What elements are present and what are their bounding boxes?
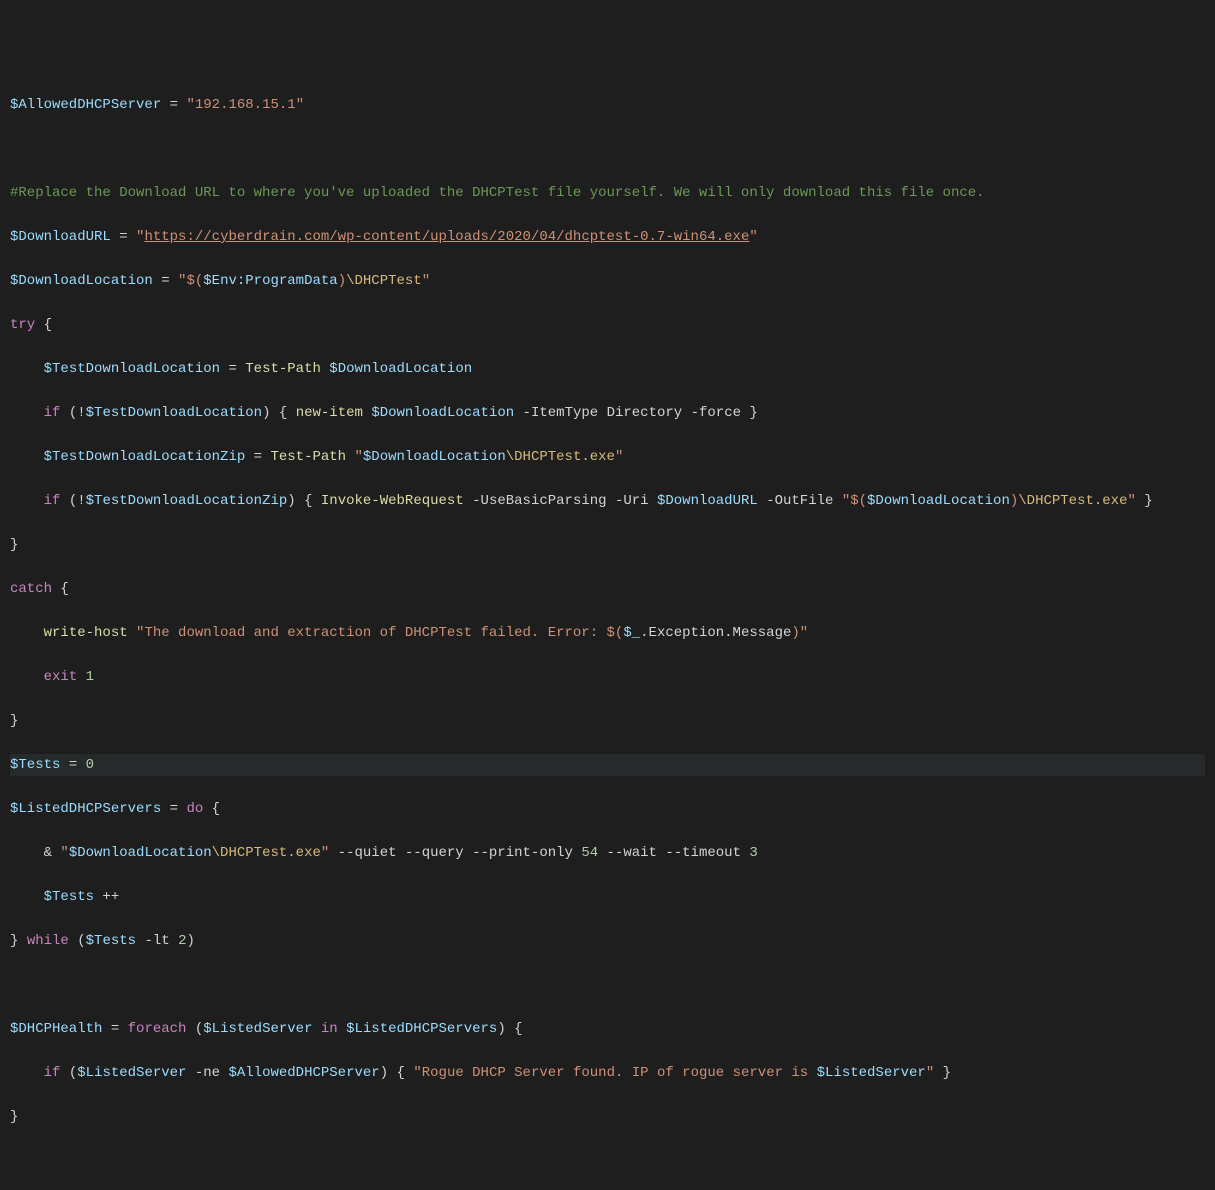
- code-line: $Tests = 0: [10, 754, 1205, 776]
- code-line: #Replace the Download URL to where you'v…: [10, 182, 1205, 204]
- code-line: } while ($Tests -lt 2): [10, 930, 1205, 952]
- code-line: [10, 1150, 1205, 1172]
- code-line: exit 1: [10, 666, 1205, 688]
- code-line: }: [10, 710, 1205, 732]
- code-line: $DownloadLocation = "$($Env:ProgramData)…: [10, 270, 1205, 292]
- code-line: if (!$TestDownloadLocationZip) { Invoke-…: [10, 490, 1205, 512]
- code-line: $Tests ++: [10, 886, 1205, 908]
- code-line: }: [10, 534, 1205, 556]
- code-line: [10, 974, 1205, 996]
- code-line: try {: [10, 314, 1205, 336]
- code-line: write-host "The download and extraction …: [10, 622, 1205, 644]
- code-line: catch {: [10, 578, 1205, 600]
- code-line: $AllowedDHCPServer = "192.168.15.1": [10, 94, 1205, 116]
- code-editor[interactable]: $AllowedDHCPServer = "192.168.15.1" #Rep…: [10, 94, 1205, 1190]
- code-line: $TestDownloadLocation = Test-Path $Downl…: [10, 358, 1205, 380]
- code-line: }: [10, 1106, 1205, 1128]
- code-line: & "$DownloadLocation\DHCPTest.exe" --qui…: [10, 842, 1205, 864]
- code-line: $ListedDHCPServers = do {: [10, 798, 1205, 820]
- code-line: if ($ListedServer -ne $AllowedDHCPServer…: [10, 1062, 1205, 1084]
- code-line: $DownloadURL = "https://cyberdrain.com/w…: [10, 226, 1205, 248]
- code-line: $TestDownloadLocationZip = Test-Path "$D…: [10, 446, 1205, 468]
- code-line: if (!$TestDownloadLocation) { new-item $…: [10, 402, 1205, 424]
- code-line: [10, 138, 1205, 160]
- code-line: $DHCPHealth = foreach ($ListedServer in …: [10, 1018, 1205, 1040]
